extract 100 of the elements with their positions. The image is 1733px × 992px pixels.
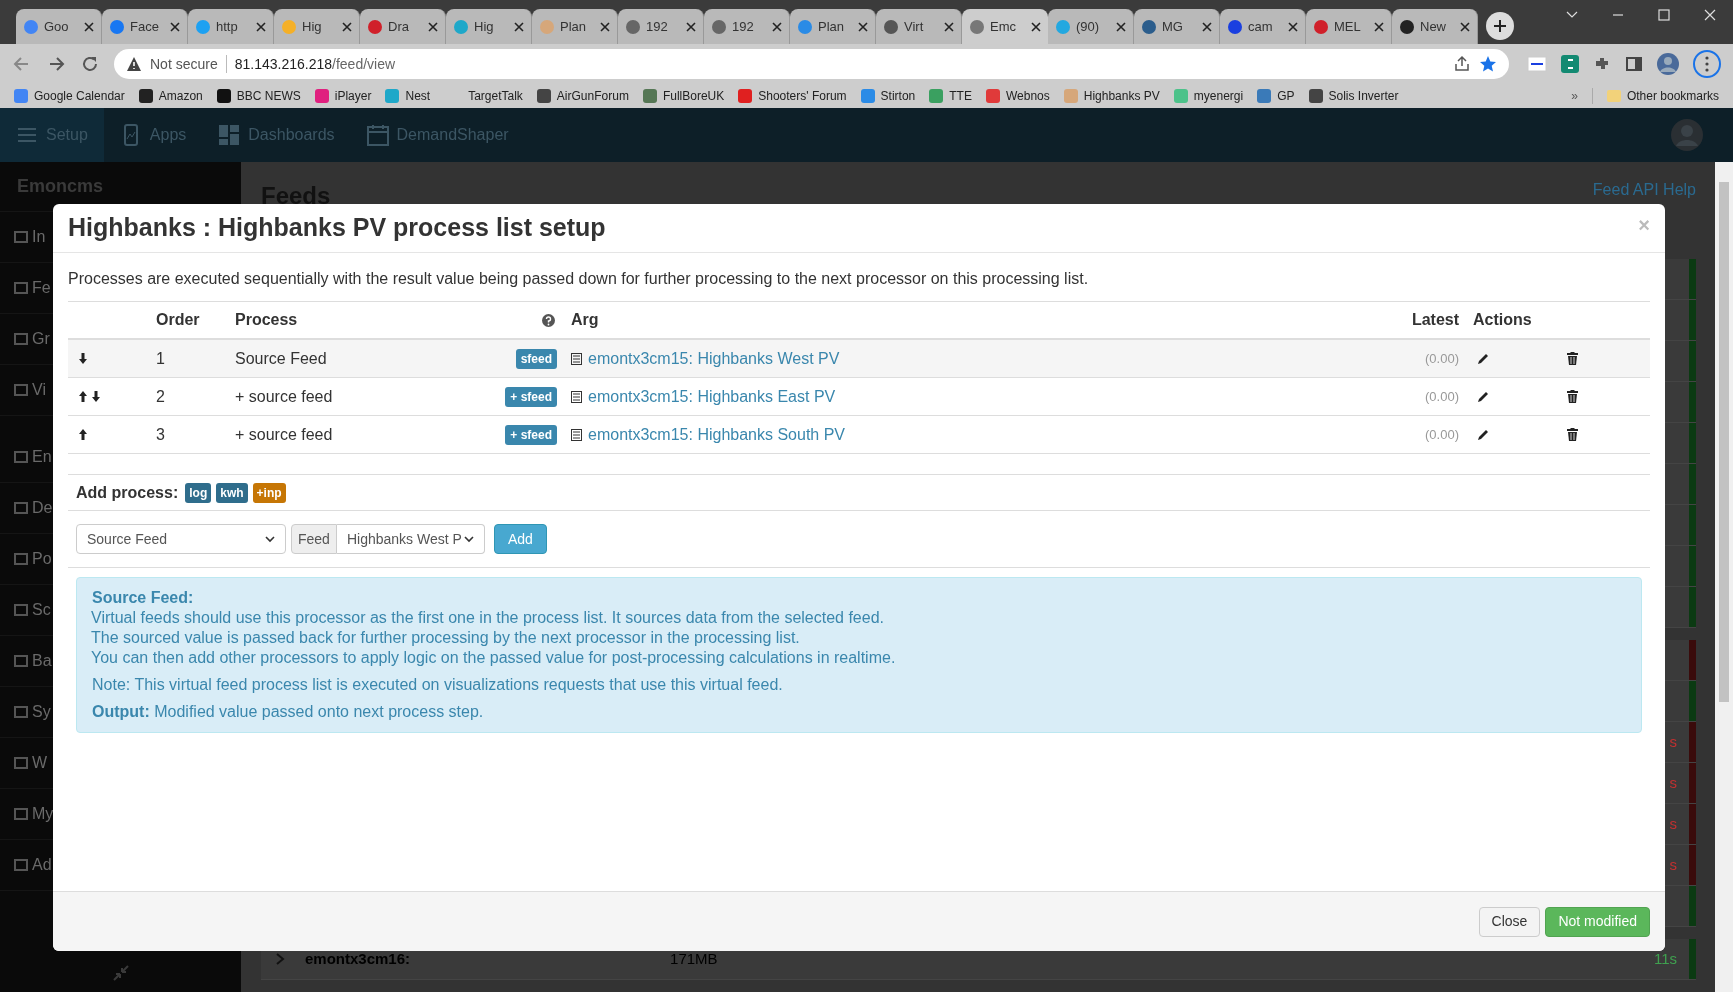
bookmark[interactable]: TTE — [929, 87, 972, 105]
close-icon[interactable] — [1116, 21, 1126, 32]
chevron-down-icon — [463, 535, 474, 543]
bookmark[interactable]: GP — [1257, 87, 1295, 105]
bookmark[interactable]: Shooters' Forum — [738, 87, 847, 105]
browser-tab[interactable]: Hig — [446, 9, 532, 44]
close-icon[interactable] — [772, 21, 782, 32]
delete-trash-icon[interactable] — [1567, 352, 1578, 365]
menu-item-icon — [14, 230, 28, 244]
feed-link[interactable]: emontx3cm15: Highbanks East PV — [588, 384, 836, 409]
table-cell-text: (0.00) — [1424, 387, 1460, 406]
process-tag[interactable]: log — [185, 482, 212, 503]
browser-tab[interactable]: MG — [1134, 9, 1220, 44]
close-icon[interactable] — [170, 21, 180, 32]
close-icon[interactable] — [514, 21, 524, 32]
close-button[interactable]: Close — [1478, 906, 1541, 937]
reload-icon[interactable] — [80, 54, 100, 74]
browser-tab[interactable]: Face — [102, 9, 188, 44]
browser-tab[interactable]: http — [188, 9, 274, 44]
close-icon[interactable] — [342, 21, 352, 32]
bookmark[interactable]: TargetTalk — [468, 87, 523, 105]
close-icon[interactable] — [1374, 21, 1384, 32]
list-icon — [571, 390, 582, 403]
menu-item-icon — [14, 332, 28, 346]
bookmark[interactable]: Amazon — [138, 87, 203, 105]
extension-icon[interactable] — [1527, 55, 1547, 73]
close-icon[interactable] — [1202, 21, 1212, 32]
info-title: Source Feed: — [92, 588, 195, 608]
dropdown[interactable]: Source Feed — [76, 524, 286, 554]
bookmark[interactable]: Nest — [385, 87, 431, 105]
feed-link[interactable]: emontx3cm15: Highbanks West PV — [588, 346, 840, 371]
bookmark[interactable]: myenergi — [1173, 87, 1244, 105]
bookmark-folder[interactable]: Other bookmarks — [1606, 87, 1719, 105]
more-bookmarks-chevron[interactable]: » — [1571, 87, 1578, 105]
arrow-down-icon[interactable] — [78, 352, 88, 365]
browser-tab[interactable]: New — [1392, 9, 1478, 44]
bookmark[interactable]: AirGunForum — [536, 87, 629, 105]
profile-avatar-icon[interactable] — [1657, 53, 1679, 75]
browser-tab[interactable]: (90) — [1048, 9, 1134, 44]
browser-tab[interactable]: cam — [1220, 9, 1306, 44]
sidebar-icon[interactable] — [1625, 55, 1643, 73]
process-tag[interactable]: +inp — [252, 482, 286, 503]
delete-trash-icon[interactable] — [1567, 390, 1578, 403]
extension-icon[interactable] — [1561, 55, 1579, 73]
scrollbar[interactable] — [1715, 162, 1733, 992]
help-icon[interactable] — [542, 313, 555, 327]
close-icon[interactable] — [256, 21, 266, 32]
bookmark[interactable]: Solis Inverter — [1308, 87, 1399, 105]
delete-trash-icon[interactable] — [1567, 428, 1578, 441]
bookmark[interactable]: Highbanks PV — [1063, 87, 1160, 105]
bookmark[interactable]: Stirton — [860, 87, 916, 105]
arrow-up-icon[interactable] — [78, 390, 88, 403]
menu-item-icon — [14, 501, 28, 515]
process-tag: sfeed — [515, 348, 557, 369]
edit-pencil-icon[interactable] — [1477, 428, 1490, 441]
browser-tab[interactable]: 192 — [618, 9, 704, 44]
bookmark[interactable]: Webnos — [985, 87, 1050, 105]
feed-updated-time: s — [1669, 854, 1677, 875]
feed-link[interactable]: emontx3cm15: Highbanks South PV — [588, 422, 846, 447]
menu-item-icon — [14, 858, 28, 872]
edit-pencil-icon[interactable] — [1477, 352, 1490, 365]
close-icon[interactable] — [84, 21, 94, 32]
edit-pencil-icon[interactable] — [1477, 390, 1490, 403]
add-process-label: Add process: — [76, 482, 179, 503]
browser-tab[interactable]: Hig — [274, 9, 360, 44]
browser-tab[interactable]: MEL — [1306, 9, 1392, 44]
browser-tab[interactable]: Dra — [360, 9, 446, 44]
bookmark[interactable]: Google Calendar — [14, 87, 125, 105]
new-tab-icon[interactable] — [1486, 12, 1514, 40]
close-icon[interactable] — [686, 21, 696, 32]
close-icon[interactable] — [1031, 21, 1041, 32]
arrow-down-icon[interactable] — [91, 390, 101, 403]
browser-tab[interactable]: Plan — [532, 9, 618, 44]
bookmark[interactable]: BBC NEWS — [216, 87, 301, 105]
chevron-icon — [275, 953, 285, 965]
list-icon — [571, 428, 582, 441]
browser-tab[interactable]: Plan — [790, 9, 876, 44]
close-icon[interactable] — [1460, 21, 1470, 32]
arrow-up-icon[interactable] — [78, 428, 88, 441]
browser-tab[interactable]: Goo — [16, 9, 102, 44]
close-icon[interactable] — [858, 21, 868, 32]
share-icon[interactable] — [1453, 55, 1471, 73]
browser-tab[interactable]: 192 — [704, 9, 790, 44]
bookmark[interactable]: FullBoreUK — [642, 87, 725, 105]
column-header: Actions — [1473, 310, 1533, 330]
address-bar[interactable]: Not secure 81.143.216.218/feed/view — [114, 49, 1509, 79]
browser-tab[interactable]: Virt — [876, 9, 962, 44]
browser-tab[interactable]: Emc — [962, 9, 1048, 44]
close-icon[interactable] — [944, 21, 954, 32]
close-icon[interactable] — [600, 21, 610, 32]
dropdown[interactable]: Highbanks West P — [336, 524, 485, 554]
list-icon — [571, 352, 582, 365]
bookmark[interactable]: iPlayer — [314, 87, 372, 105]
menu-icon[interactable] — [1693, 50, 1721, 78]
close-icon[interactable] — [1288, 21, 1298, 32]
close-icon[interactable] — [428, 21, 438, 32]
process-tag[interactable]: kwh — [216, 482, 248, 503]
star-icon[interactable] — [1479, 55, 1497, 73]
url-text: 81.143.216.218/feed/view — [234, 54, 396, 74]
process-tag: + sfeed — [505, 386, 557, 407]
